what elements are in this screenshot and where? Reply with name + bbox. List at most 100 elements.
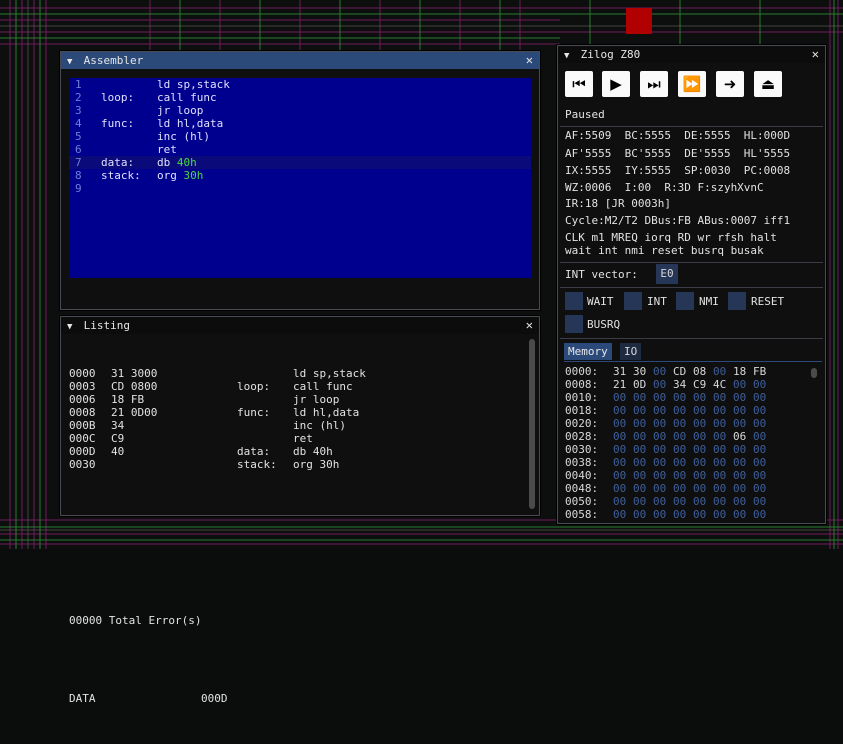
reset-checkbox[interactable] <box>728 292 746 310</box>
memory-byte[interactable]: 00 <box>713 469 726 482</box>
memory-byte[interactable]: 00 <box>653 443 666 456</box>
memory-byte[interactable]: 00 <box>733 443 746 456</box>
memory-view[interactable]: 0000: 31 30 00 CD 08 00 18 FB 0008: 21 0D 00 34 C9 4C 00… <box>565 365 815 521</box>
memory-byte[interactable]: 00 <box>693 417 706 430</box>
memory-byte[interactable]: 00 <box>753 417 766 430</box>
memory-byte[interactable]: 00 <box>693 482 706 495</box>
memory-byte[interactable]: 00 <box>693 404 706 417</box>
memory-byte[interactable]: 00 <box>753 443 766 456</box>
memory-byte[interactable]: 00 <box>733 508 746 521</box>
memory-byte[interactable]: 00 <box>633 391 646 404</box>
memory-byte[interactable]: 00 <box>653 378 666 391</box>
memory-byte[interactable]: 00 <box>613 508 626 521</box>
memory-byte[interactable]: 00 <box>653 430 666 443</box>
z80-titlebar[interactable]: ▼ Zilog Z80 ✕ <box>558 46 825 63</box>
memory-byte[interactable]: 0D <box>633 378 646 391</box>
memory-byte[interactable]: 00 <box>693 469 706 482</box>
memory-byte[interactable]: 34 <box>673 378 686 391</box>
int-vector-input[interactable]: E0 <box>656 264 678 284</box>
memory-byte[interactable]: 00 <box>733 417 746 430</box>
wait-checkbox[interactable] <box>565 292 583 310</box>
memory-byte[interactable]: 00 <box>693 430 706 443</box>
memory-byte[interactable]: 4C <box>713 378 726 391</box>
memory-byte[interactable]: 08 <box>693 365 706 378</box>
memory-byte[interactable]: 00 <box>613 404 626 417</box>
memory-byte[interactable]: 00 <box>753 495 766 508</box>
memory-byte[interactable]: 00 <box>613 430 626 443</box>
memory-byte[interactable]: 00 <box>613 443 626 456</box>
eject-button[interactable]: ⏏ <box>754 71 782 97</box>
run-button[interactable]: ▶ <box>602 71 630 97</box>
editor-line[interactable]: 1 ld sp,stack <box>69 78 531 91</box>
memory-byte[interactable]: 00 <box>713 430 726 443</box>
memory-byte[interactable]: 00 <box>733 495 746 508</box>
memory-byte[interactable]: 00 <box>713 365 726 378</box>
memory-byte[interactable]: 00 <box>633 495 646 508</box>
assembler-titlebar[interactable]: ▼ Assembler ✕ <box>61 52 539 69</box>
memory-byte[interactable]: 00 <box>653 365 666 378</box>
memory-byte[interactable]: 00 <box>613 456 626 469</box>
editor-line[interactable]: 9 <box>69 182 531 195</box>
memory-byte[interactable]: C9 <box>693 378 706 391</box>
collapse-triangle-icon[interactable]: ▼ <box>564 48 574 65</box>
memory-byte[interactable]: 00 <box>693 508 706 521</box>
busrq-checkbox[interactable] <box>565 315 583 333</box>
memory-byte[interactable]: 00 <box>673 482 686 495</box>
editor-line[interactable]: 2 loop: call func <box>69 91 531 104</box>
memory-byte[interactable]: 00 <box>693 391 706 404</box>
memory-byte[interactable]: 00 <box>633 417 646 430</box>
memory-byte[interactable]: 00 <box>653 404 666 417</box>
memory-byte[interactable]: 00 <box>653 469 666 482</box>
editor-line[interactable]: 5 inc (hl) <box>69 130 531 143</box>
memory-byte[interactable]: 00 <box>633 443 646 456</box>
memory-byte[interactable]: 00 <box>753 456 766 469</box>
memory-byte[interactable]: 00 <box>753 378 766 391</box>
memory-byte[interactable]: 00 <box>733 482 746 495</box>
memory-byte[interactable]: 00 <box>653 508 666 521</box>
memory-byte[interactable]: 00 <box>673 443 686 456</box>
memory-byte[interactable]: 00 <box>693 456 706 469</box>
memory-byte[interactable]: 21 <box>613 378 626 391</box>
memory-byte[interactable]: 00 <box>613 391 626 404</box>
memory-byte[interactable]: 00 <box>673 417 686 430</box>
step-next-button[interactable]: ➜ <box>716 71 744 97</box>
memory-byte[interactable]: 00 <box>653 417 666 430</box>
memory-byte[interactable]: 00 <box>733 456 746 469</box>
close-icon[interactable]: ✕ <box>812 46 819 63</box>
memory-byte[interactable]: 00 <box>673 404 686 417</box>
memory-byte[interactable]: 00 <box>733 404 746 417</box>
memory-byte[interactable]: 00 <box>753 508 766 521</box>
memory-byte[interactable]: 00 <box>713 482 726 495</box>
close-icon[interactable]: ✕ <box>526 52 533 69</box>
memory-byte[interactable]: 00 <box>673 456 686 469</box>
listing-titlebar[interactable]: ▼ Listing ✕ <box>61 317 539 334</box>
memory-byte[interactable]: 00 <box>753 430 766 443</box>
memory-byte[interactable]: 00 <box>633 469 646 482</box>
memory-byte[interactable]: 00 <box>673 469 686 482</box>
memory-byte[interactable]: 00 <box>753 482 766 495</box>
collapse-triangle-icon[interactable]: ▼ <box>67 319 77 336</box>
editor-line[interactable]: 8 stack: org 30h <box>69 169 531 182</box>
memory-byte[interactable]: 00 <box>713 417 726 430</box>
memory-byte[interactable]: 00 <box>613 482 626 495</box>
memory-byte[interactable]: 00 <box>633 404 646 417</box>
memory-byte[interactable]: 00 <box>733 391 746 404</box>
memory-byte[interactable]: 00 <box>633 430 646 443</box>
memory-byte[interactable]: 00 <box>613 495 626 508</box>
memory-byte[interactable]: 00 <box>713 391 726 404</box>
memory-byte[interactable]: 00 <box>733 378 746 391</box>
listing-scrollbar[interactable] <box>529 339 535 509</box>
memory-byte[interactable]: 00 <box>713 508 726 521</box>
reset-button[interactable]: ⏮ <box>565 71 593 97</box>
memory-byte[interactable]: 00 <box>713 404 726 417</box>
int-checkbox[interactable] <box>624 292 642 310</box>
memory-byte[interactable]: 31 <box>613 365 626 378</box>
memory-byte[interactable]: 30 <box>633 365 646 378</box>
nmi-checkbox[interactable] <box>676 292 694 310</box>
memory-byte[interactable]: 18 <box>733 365 746 378</box>
memory-byte[interactable]: 00 <box>653 456 666 469</box>
memory-scrollbar[interactable] <box>811 368 817 378</box>
memory-byte[interactable]: 00 <box>633 482 646 495</box>
memory-byte[interactable]: 00 <box>633 508 646 521</box>
memory-byte[interactable]: 00 <box>673 391 686 404</box>
